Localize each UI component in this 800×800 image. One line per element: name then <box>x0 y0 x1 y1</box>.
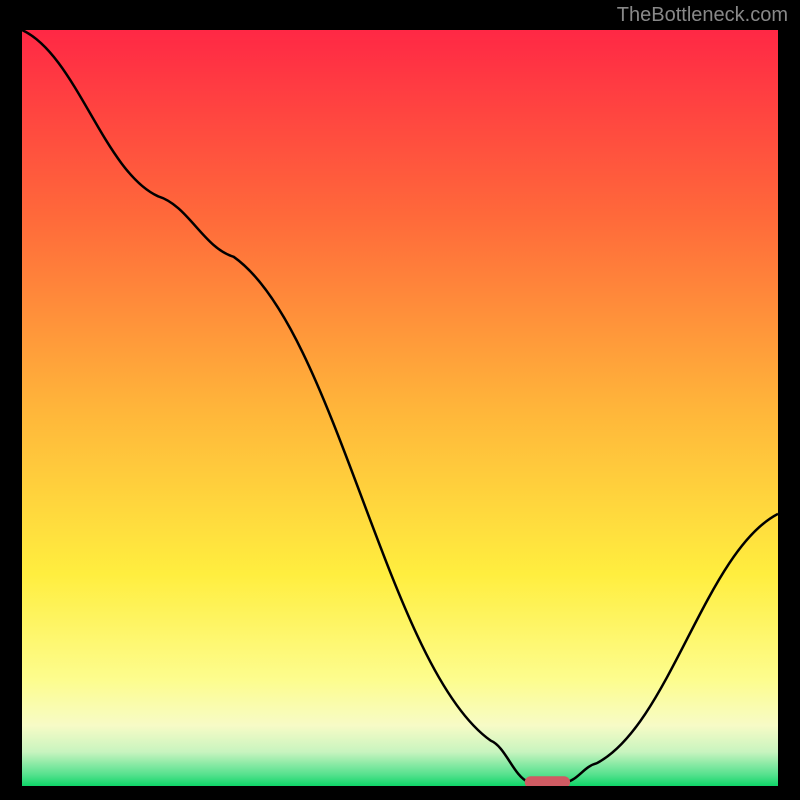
chart-svg <box>22 30 778 786</box>
chart-marker <box>525 776 570 786</box>
watermark-text: TheBottleneck.com <box>617 4 788 27</box>
chart-plot-area <box>22 30 778 786</box>
chart-background <box>22 30 778 786</box>
